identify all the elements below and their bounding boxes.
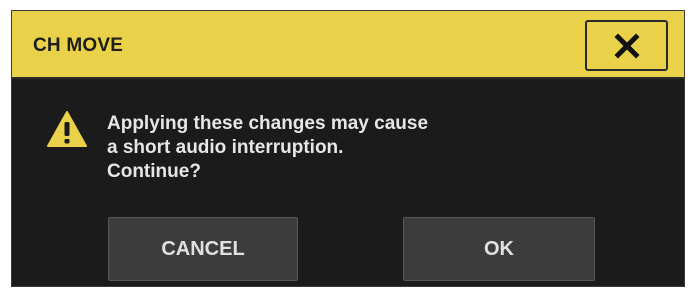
close-icon [613, 32, 640, 59]
message-line: Applying these changes may cause [107, 113, 429, 134]
warning-icon [46, 110, 88, 148]
dialog-titlebar: CH MOVE [12, 11, 684, 79]
ok-button[interactable]: OK [403, 217, 595, 281]
dialog-message: Applying these changes may cause a short… [107, 112, 428, 184]
ch-move-dialog: CH MOVE Applying these changes may cause… [11, 10, 685, 287]
cancel-button[interactable]: CANCEL [108, 217, 298, 281]
message-line: a short audio interruption. [107, 137, 344, 158]
close-button[interactable] [585, 20, 668, 71]
dialog-title: CH MOVE [33, 35, 124, 56]
message-line: Continue? [107, 161, 201, 182]
